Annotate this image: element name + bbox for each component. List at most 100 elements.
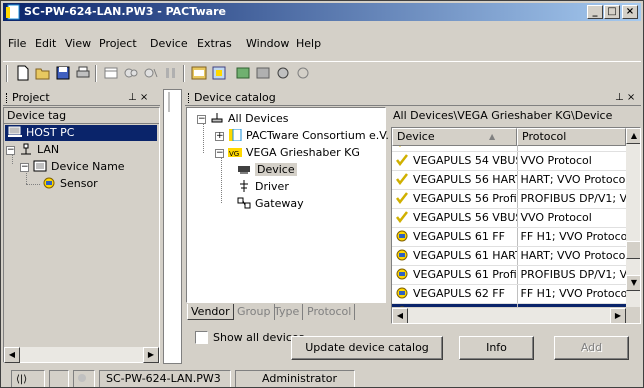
driver-icon xyxy=(240,180,248,192)
tree-item-device-name[interactable]: − Device Name xyxy=(20,159,125,175)
expand-icon[interactable]: + xyxy=(215,132,224,141)
device-tag-column-header[interactable]: Device tag xyxy=(4,108,159,124)
print-icon[interactable] xyxy=(75,65,91,81)
project-view-icon[interactable] xyxy=(103,65,119,81)
network-status-icon: ⟨|⟩ xyxy=(16,374,28,385)
pactware-consortium-label: PACTware Consortium e.V. xyxy=(246,129,389,142)
device-cell[interactable]: VEGAPULS 56 HART xyxy=(392,170,518,190)
tree-item-device[interactable]: Device xyxy=(237,162,297,178)
device-cell[interactable]: VEGAPULS 56 Profibus xyxy=(392,189,518,209)
device-list-vertical-scrollbar[interactable]: ▲ ▼ xyxy=(626,128,640,307)
device-row[interactable]: VEGAPULS 61 HART HART; VVO Protocol xyxy=(392,246,626,266)
radar-sensor-icon xyxy=(396,268,408,280)
protocol-cell[interactable]: VVO Protocol xyxy=(517,208,626,228)
collapse-icon[interactable]: − xyxy=(197,115,206,124)
close-button[interactable]: × xyxy=(622,5,638,19)
device-view-icon[interactable] xyxy=(211,65,227,81)
scroll-thumb[interactable] xyxy=(626,241,640,259)
tree-item-gateway[interactable]: Gateway xyxy=(237,196,304,212)
menu-extras[interactable]: Extras xyxy=(197,37,232,50)
info-button[interactable]: Info xyxy=(459,336,534,360)
menu-device[interactable]: Device xyxy=(150,37,188,50)
catalog-view-icon[interactable] xyxy=(191,65,207,81)
collapse-icon[interactable]: − xyxy=(20,163,29,172)
show-all-devices-checkbox[interactable] xyxy=(195,331,208,344)
device-row[interactable]: VEGAPULS 61 ProfibusPROFIBUS DP/V1; VVO xyxy=(392,265,626,285)
online-icon[interactable] xyxy=(163,65,179,81)
device-cell[interactable]: VEGAPULS 54 VBUS xyxy=(392,151,518,171)
device-cell[interactable]: VEGAPULS 56 VBUS xyxy=(392,208,518,228)
menu-view[interactable]: View xyxy=(65,37,91,50)
protocol-cell[interactable]: HART; VVO Protocol xyxy=(517,170,626,190)
collapse-icon[interactable]: − xyxy=(6,146,15,155)
device-cell[interactable]: VEGAPULS 61 HART xyxy=(392,246,518,266)
menu-help[interactable]: Help xyxy=(296,37,321,50)
protocol-cell[interactable]: HART; VVO Protocol xyxy=(517,246,626,266)
measured-value-icon[interactable] xyxy=(255,65,271,81)
minimize-button[interactable]: _ xyxy=(587,5,603,19)
scroll-right-button[interactable]: ▶ xyxy=(610,308,626,323)
protocol-cell[interactable]: FF H1; VVO Protocol xyxy=(517,284,626,304)
tab-type[interactable]: Type xyxy=(271,304,304,320)
title-bar[interactable]: SC-PW-624-LAN.PW3 - PACTware _ □ × xyxy=(3,3,641,21)
menu-project[interactable]: Project xyxy=(99,37,137,50)
scroll-left-button[interactable]: ◀ xyxy=(392,308,408,323)
device-row[interactable]: VEGAPULS 54 VBUS VVO Protocol xyxy=(392,151,626,171)
pane-grip[interactable] xyxy=(188,93,190,103)
tree-item-host-pc[interactable]: HOST PC xyxy=(5,125,157,141)
scroll-right-button[interactable]: ▶ xyxy=(143,347,159,363)
tree-item-pactware-consortium[interactable]: + PACTware Consortium e.V. xyxy=(215,128,389,144)
disconnect-icon[interactable] xyxy=(143,65,159,81)
device-column-header[interactable]: Device ▲ xyxy=(392,128,517,146)
collapsed-side-strip[interactable] xyxy=(163,89,182,364)
device-cell[interactable]: VEGAPULS 61 FF xyxy=(392,227,518,247)
tree-item-lan[interactable]: − LAN xyxy=(6,142,59,158)
pane-grip[interactable] xyxy=(6,93,8,103)
diagnosis-icon[interactable] xyxy=(275,65,291,81)
pin-close-icon[interactable]: ⊥ × xyxy=(128,90,148,105)
device-cell[interactable]: VEGAPULS 61 Profibus xyxy=(392,265,518,285)
tree-item-vega-grieshaber[interactable]: − VG VEGA Grieshaber KG xyxy=(215,145,360,161)
protocol-column-header[interactable]: Protocol xyxy=(517,128,626,146)
protocol-cell[interactable]: VVO Protocol xyxy=(517,151,626,171)
protocol-cell[interactable]: PROFIBUS DP/V1; VVO xyxy=(517,189,626,209)
parameter-icon[interactable] xyxy=(235,65,251,81)
protocol-cell[interactable]: PROFIBUS DP/V1; VVO xyxy=(517,265,626,285)
connect-icon[interactable] xyxy=(123,65,139,81)
simulation-icon[interactable] xyxy=(295,65,311,81)
menu-window[interactable]: Window xyxy=(246,37,289,50)
scroll-left-button[interactable]: ◀ xyxy=(4,347,20,363)
menu-edit[interactable]: Edit xyxy=(35,37,56,50)
device-row[interactable]: VEGAPULS 56 VBUS VVO Protocol xyxy=(392,208,626,228)
tab-vendor[interactable]: Vendor xyxy=(187,304,234,320)
device-list-horizontal-scrollbar[interactable]: ◀ ▶ xyxy=(392,307,640,323)
tree-item-sensor[interactable]: Sensor xyxy=(42,176,98,192)
tab-protocol[interactable]: Protocol xyxy=(304,304,356,320)
update-device-catalog-button[interactable]: Update device catalog xyxy=(291,336,443,360)
project-horizontal-scrollbar[interactable]: ◀ ▶ xyxy=(4,346,159,363)
maximize-button[interactable]: □ xyxy=(604,5,620,19)
device-cell[interactable]: VEGAPULS 62 FF xyxy=(392,284,518,304)
scroll-up-button[interactable]: ▲ xyxy=(626,128,640,144)
save-icon[interactable] xyxy=(55,65,71,81)
device-row[interactable]: VEGAPULS 56 HART HART; VVO Protocol xyxy=(392,170,626,190)
menu-file[interactable]: File xyxy=(8,37,26,50)
device-name: VEGAPULS 56 Profibus xyxy=(413,192,517,205)
network-icon xyxy=(21,143,31,155)
protocol-cell[interactable]: FF H1; VVO Protocol xyxy=(517,227,626,247)
tab-group[interactable]: Group xyxy=(234,304,275,320)
project-tree: HOST PC − LAN − Device Name Sensor xyxy=(4,124,159,346)
catalog-pane-header: Device catalog ⊥ × xyxy=(185,90,641,106)
pin-close-icon[interactable]: ⊥ × xyxy=(615,90,635,105)
device-row[interactable]: VEGAPULS 62 FF FF H1; VVO Protocol xyxy=(392,284,626,304)
device-row[interactable]: VEGAPULS 61 FF FF H1; VVO Protocol xyxy=(392,227,626,247)
catalog-tree-panel: − All Devices + PACTware Consortium e.V.… xyxy=(186,107,389,303)
device-row[interactable]: VEGAPULS 56 ProfibusPROFIBUS DP/V1; VVO xyxy=(392,189,626,209)
tree-item-all-devices[interactable]: − All Devices xyxy=(197,111,288,127)
collapse-icon[interactable]: − xyxy=(215,149,224,158)
new-file-icon[interactable] xyxy=(15,65,31,81)
scroll-down-button[interactable]: ▼ xyxy=(626,275,640,291)
open-folder-icon[interactable] xyxy=(35,65,51,81)
tree-item-driver[interactable]: Driver xyxy=(237,179,289,195)
add-button[interactable]: Add xyxy=(554,336,629,360)
